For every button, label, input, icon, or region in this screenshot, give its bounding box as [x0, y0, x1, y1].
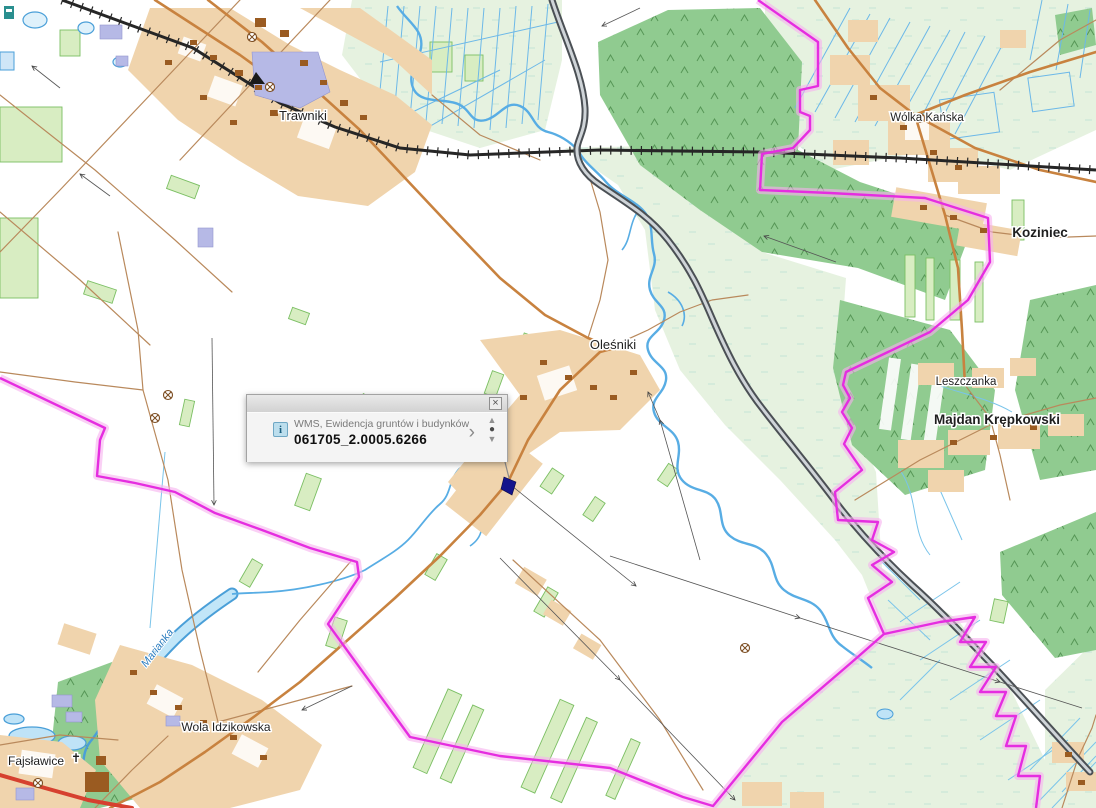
- map-viewer: Trawniki Oleśniki Wólka Kańska Koziniec …: [0, 0, 1096, 808]
- close-icon[interactable]: ×: [489, 397, 502, 410]
- pager-down-icon[interactable]: ▼: [485, 435, 499, 444]
- label-olesniki: Oleśniki: [590, 337, 636, 352]
- label-wolka-kanska: Wólka Kańska: [890, 112, 964, 124]
- result-pager: ▲ ● ▼: [485, 416, 499, 444]
- feature-info-popup: × i WMS, Ewidencja gruntów i budynków 06…: [246, 394, 508, 462]
- popup-body: i WMS, Ewidencja gruntów i budynków 0617…: [247, 413, 507, 462]
- wms-source-label: WMS, Ewidencja gruntów i budynków: [294, 418, 470, 430]
- popup-texts: WMS, Ewidencja gruntów i budynków 061705…: [294, 418, 469, 447]
- expand-chevron-icon[interactable]: ›: [469, 423, 475, 442]
- label-majdan-krepkowski: Majdan Krępkowski: [934, 412, 1060, 427]
- label-trawniki: Trawniki: [279, 108, 327, 123]
- label-fajslawice: Fajsławice: [8, 754, 64, 768]
- parcel-id: 061705_2.0005.6266: [294, 432, 428, 447]
- church-cross-icon: ✝: [71, 751, 81, 765]
- label-koziniec: Koziniec: [1012, 225, 1068, 240]
- map-canvas[interactable]: Trawniki Oleśniki Wólka Kańska Koziniec …: [0, 0, 1096, 808]
- label-wola-idzikowska: Wola Idzikowska: [181, 720, 270, 734]
- popup-header[interactable]: ×: [247, 395, 507, 413]
- info-icon: i: [273, 422, 288, 437]
- label-leszczanka: Leszczanka: [936, 376, 997, 388]
